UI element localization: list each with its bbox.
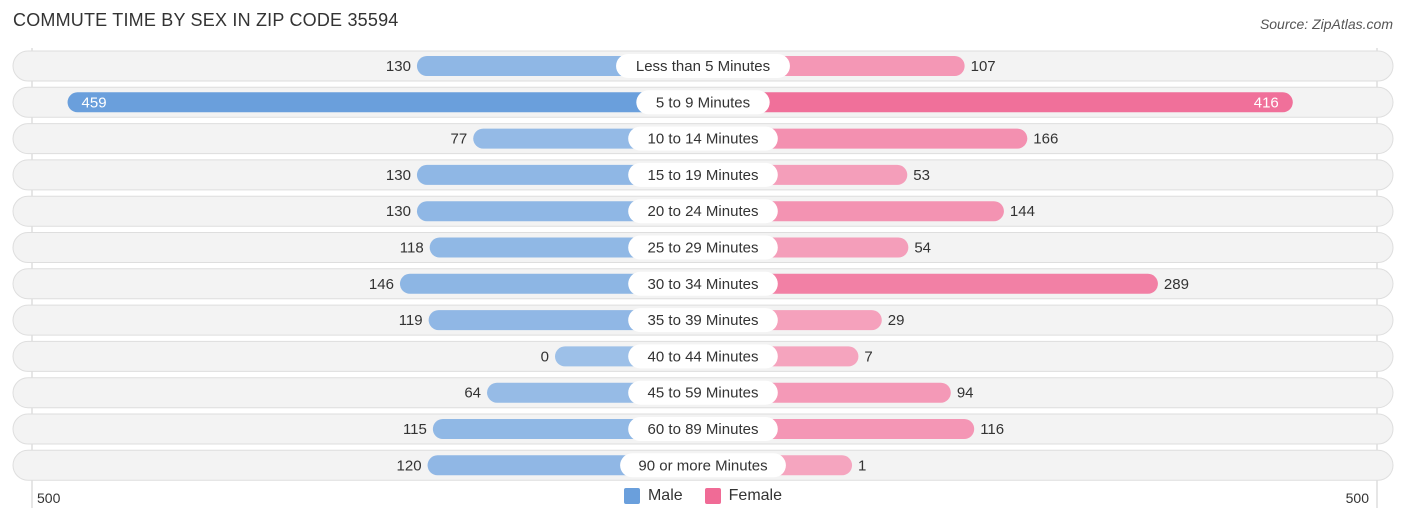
male-value-label: 130 (386, 167, 411, 184)
female-value-label: 7 (864, 348, 872, 365)
legend-label-female: Female (728, 487, 783, 504)
male-value-label: 119 (399, 312, 423, 329)
legend: Male Female (0, 487, 1406, 505)
category-label: 25 to 29 Minutes (648, 240, 759, 257)
female-value-label: 166 (1033, 131, 1058, 148)
female-value-label: 144 (1010, 203, 1035, 220)
male-value-label: 130 (386, 203, 411, 220)
category-label: 20 to 24 Minutes (648, 203, 759, 220)
female-value-label: 29 (888, 312, 905, 329)
female-value-label: 289 (1164, 276, 1189, 293)
category-label: 60 to 89 Minutes (648, 421, 759, 438)
male-swatch (623, 488, 640, 504)
male-value-label: 118 (400, 240, 424, 257)
male-value-label: 130 (386, 58, 411, 75)
male-value-label: 120 (397, 457, 422, 474)
chart-canvas: 130 107Less than 5 Minutes459 4165 to 9 Mi… (12, 48, 1394, 508)
male-value-label: 64 (464, 385, 481, 402)
male-value-label: 459 (82, 94, 107, 111)
category-label: Less than 5 Minutes (636, 58, 770, 75)
female-bar (703, 92, 1293, 113)
male-bar (67, 92, 704, 113)
female-value-label: 1 (858, 457, 866, 474)
legend-item-female[interactable]: Female (704, 487, 783, 505)
category-label: 45 to 59 Minutes (648, 385, 759, 402)
female-value-label: 116 (980, 421, 1004, 438)
female-value-label: 94 (957, 385, 974, 402)
category-label: 90 or more Minutes (638, 457, 767, 474)
category-label: 5 to 9 Minutes (656, 94, 750, 111)
male-value-label: 0 (541, 348, 549, 365)
category-label: 35 to 39 Minutes (648, 312, 759, 329)
female-value-label: 54 (914, 240, 931, 257)
category-label: 15 to 19 Minutes (648, 167, 759, 184)
male-value-label: 115 (403, 421, 427, 438)
category-label: 30 to 34 Minutes (648, 276, 759, 293)
female-value-label: 53 (913, 167, 930, 184)
male-value-label: 146 (369, 276, 394, 293)
male-value-label: 77 (451, 131, 468, 148)
legend-label-male: Male (647, 487, 683, 504)
female-swatch (704, 488, 721, 504)
legend-item-male[interactable]: Male (623, 487, 683, 505)
category-label: 10 to 14 Minutes (648, 131, 759, 148)
female-value-label: 416 (1254, 94, 1279, 111)
female-value-label: 107 (971, 58, 996, 75)
category-label: 40 to 44 Minutes (648, 348, 759, 365)
